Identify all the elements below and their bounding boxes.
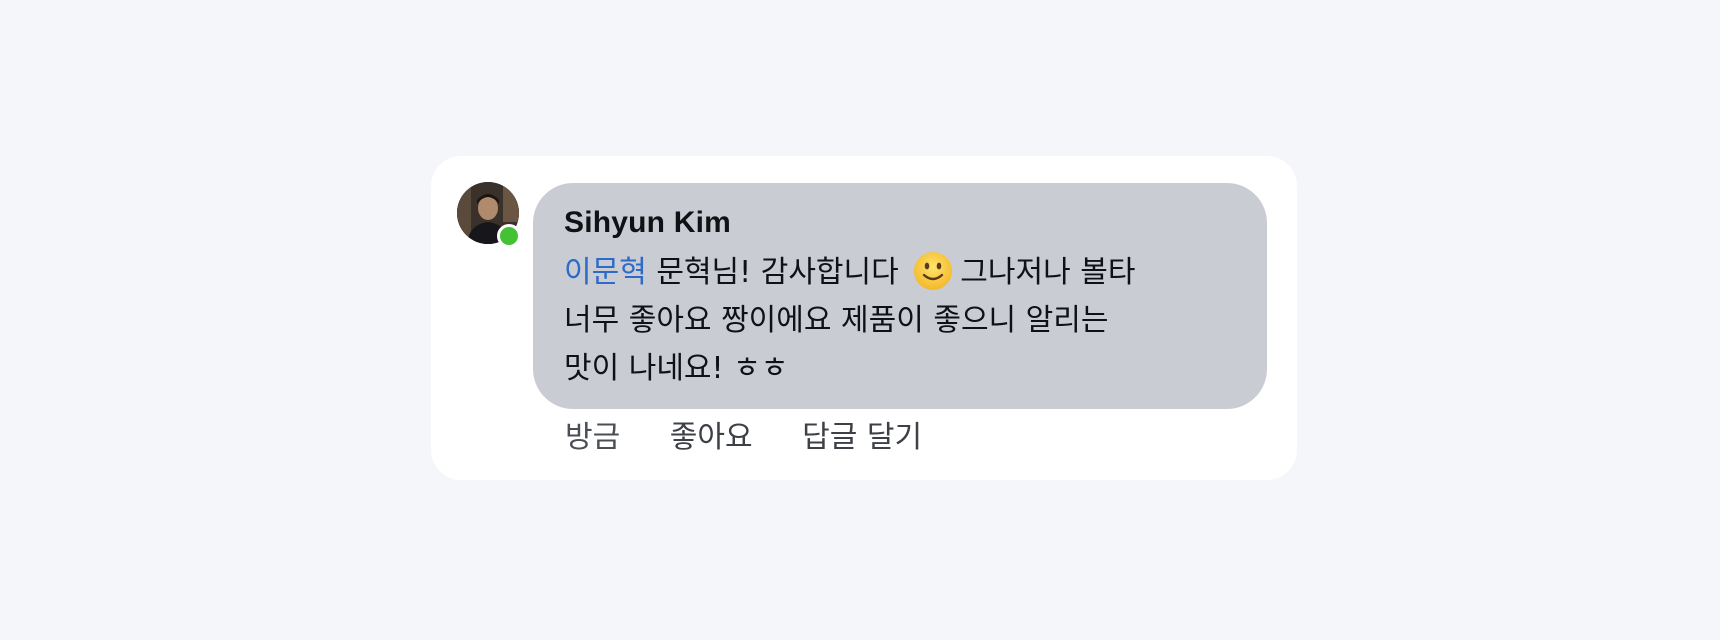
comment-text: 이문혁 문혁님! 감사합니다 그나저나 볼타 너무 좋아요 짱이에요 제품이 좋… [564, 249, 1237, 393]
online-status-dot [497, 224, 521, 248]
comment-actions: 방금 좋아요 답글 달기 [565, 418, 962, 458]
comment-text-part: 문혁님! 감사합니다 [656, 255, 899, 290]
comment-line-3: 맛이 나네요! ㅎㅎ [564, 351, 789, 386]
reply-button[interactable]: 답글 달기 [802, 420, 922, 455]
author-name[interactable]: Sihyun Kim [564, 203, 1237, 243]
comment-bubble: Sihyun Kim 이문혁 문혁님! 감사합니다 그나저나 볼타 너무 좋아요… [533, 183, 1267, 409]
comment-text-part: 그나저나 볼타 [960, 255, 1136, 290]
timestamp: 방금 [565, 420, 621, 455]
comment-line-1: 이문혁 문혁님! 감사합니다 그나저나 볼타 [564, 249, 1237, 297]
comment-line-2: 너무 좋아요 짱이에요 제품이 좋으니 알리는 [564, 303, 1109, 338]
slightly-smiling-face-icon [914, 252, 953, 290]
like-button[interactable]: 좋아요 [670, 420, 753, 455]
mention-link[interactable]: 이문혁 [564, 255, 647, 290]
comment-card: Sihyun Kim 이문혁 문혁님! 감사합니다 그나저나 볼타 너무 좋아요… [431, 156, 1297, 480]
